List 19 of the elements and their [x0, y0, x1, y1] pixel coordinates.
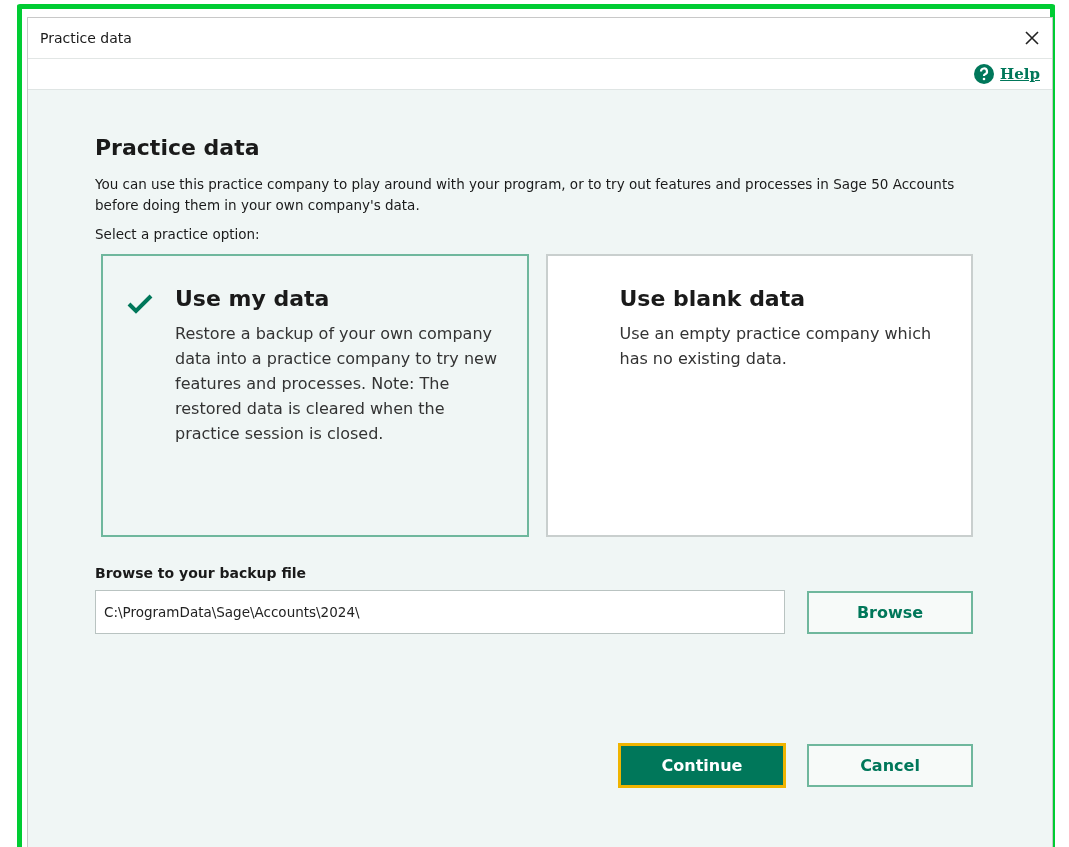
field-label: Browse to your backup file — [95, 565, 308, 581]
option-title: Use my data — [175, 286, 331, 311]
check-icon — [127, 294, 153, 314]
path-field[interactable]: C:\ProgramData\Sage\Accounts\2024\ — [95, 590, 785, 634]
option-description: Restore a backup of your own company data into a practice company to try new features and processes. Note: The restored data is cleared when the practice session is closed. — [175, 323, 498, 445]
continue-button[interactable]: Continue — [619, 744, 785, 787]
help-link[interactable]: Help — [1000, 65, 1040, 83]
window-title: Practice data — [40, 30, 132, 46]
close-icon[interactable] — [1024, 30, 1040, 46]
description-text: You can use this practice company to play around with your program, or to try out features and processes in Sage 50 Accounts before doing them in your own company's data. — [95, 175, 956, 215]
option-description: Use an empty practice company which has no existing data. — [619, 323, 933, 370]
prompt-text: Select a practice option: — [95, 226, 261, 242]
dialog-heading: Practice data — [95, 135, 261, 160]
help-icon[interactable] — [974, 64, 995, 84]
cancel-button[interactable]: Cancel — [807, 744, 973, 787]
option-card[interactable]: Use blank data Use an empty practice company which has no existing data. — [545, 254, 973, 537]
option-card[interactable]: Use my data Restore a backup of your own company data into a practice company to try new features and processes. Note: The restored data is cleared when the practice session is closed. — [101, 254, 529, 537]
browse-button[interactable]: Browse — [807, 590, 973, 634]
option-title: Use blank data — [619, 286, 807, 311]
